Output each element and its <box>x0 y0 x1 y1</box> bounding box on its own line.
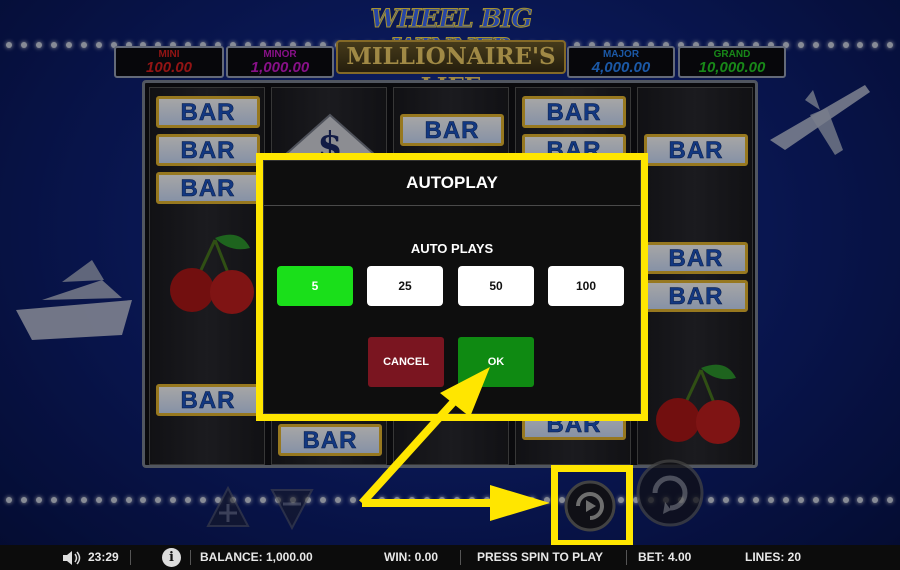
speaker-icon[interactable] <box>62 550 82 566</box>
clock-time: 23:29 <box>88 550 119 564</box>
status-divider <box>190 550 191 565</box>
balance-readout: BALANCE: 1,000.00 <box>200 550 313 564</box>
info-icon[interactable]: i <box>162 548 181 567</box>
bet-readout: BET: 4.00 <box>638 550 692 564</box>
status-divider <box>626 550 627 565</box>
win-readout: WIN: 0.00 <box>384 550 439 564</box>
status-divider <box>460 550 461 565</box>
status-bar: 23:29 i BALANCE: 1,000.00 WIN: 0.00 PRES… <box>0 545 900 570</box>
autoplay-highlight-frame <box>551 465 633 547</box>
lines-readout: LINES: 20 <box>745 550 802 564</box>
status-message: PRESS SPIN TO PLAY <box>477 550 604 564</box>
guide-arrows <box>359 367 550 521</box>
status-divider <box>130 550 131 565</box>
